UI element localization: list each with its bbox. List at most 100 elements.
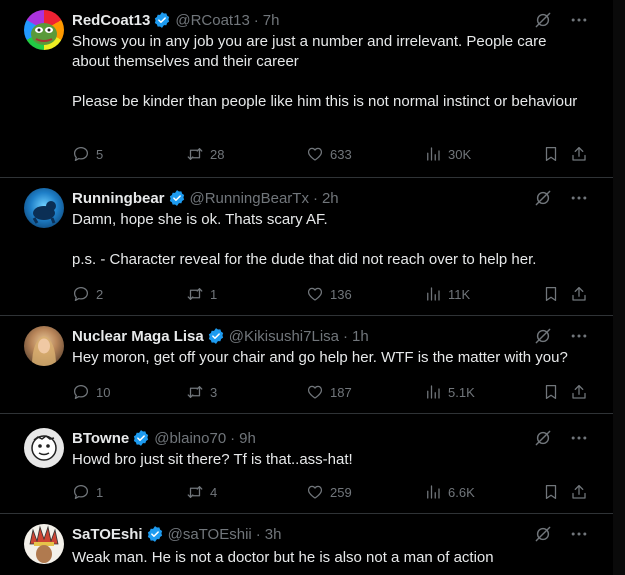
avatar[interactable] xyxy=(24,10,64,50)
views-button[interactable]: 30K xyxy=(424,144,471,164)
like-button[interactable]: 187 xyxy=(306,382,352,402)
views-button[interactable]: 6.6K xyxy=(424,482,475,502)
profile-photo-icon xyxy=(32,336,56,366)
separator-dot: · xyxy=(312,189,318,207)
user-handle[interactable]: @blaino70 xyxy=(154,430,226,447)
views-button[interactable]: 11K xyxy=(424,284,470,304)
separator-dot: · xyxy=(255,525,261,543)
more-icon[interactable] xyxy=(569,428,589,448)
reply-button[interactable]: 10 xyxy=(72,382,110,402)
display-name[interactable]: Nuclear Maga Lisa xyxy=(72,328,204,345)
display-name[interactable]: BTowne xyxy=(72,430,129,447)
view-count: 30K xyxy=(448,146,472,162)
user-handle[interactable]: @RunningBearTx xyxy=(190,190,309,207)
avatar[interactable] xyxy=(24,524,64,564)
like-count: 136 xyxy=(330,286,352,302)
share-button[interactable] xyxy=(570,284,588,304)
heart-icon xyxy=(307,485,323,499)
share-button[interactable] xyxy=(570,482,588,502)
like-button[interactable]: 259 xyxy=(306,482,352,502)
headdress-avatar-icon xyxy=(29,525,59,563)
bookmark-icon xyxy=(545,384,557,400)
heart-icon xyxy=(307,385,323,399)
retweet-count: 3 xyxy=(210,384,218,400)
retweet-button[interactable]: 4 xyxy=(186,482,217,502)
views-button[interactable]: 5.1K xyxy=(424,382,475,402)
tweet-actions: 5 28 633 30K xyxy=(72,144,592,164)
more-icon[interactable] xyxy=(569,326,589,346)
bookmark-button[interactable] xyxy=(542,284,560,304)
bear-avatar-icon xyxy=(32,201,56,224)
like-button[interactable]: 136 xyxy=(306,284,352,304)
tweet[interactable]: RedCoat13 @RCoat13 · 7h Shows you in any… xyxy=(0,0,613,178)
reply-count: 10 xyxy=(96,384,111,400)
display-name[interactable]: SaTOEshi xyxy=(72,526,143,543)
reply-feed: RedCoat13 @RCoat13 · 7h Shows you in any… xyxy=(0,0,614,575)
timestamp[interactable]: 3h xyxy=(265,526,282,543)
tweet-header: BTowne @blaino70 · 9h xyxy=(72,428,256,448)
reply-button[interactable]: 5 xyxy=(72,144,103,164)
reply-icon xyxy=(73,484,89,500)
tweet-text: Weak man. He is not a doctor but he is a… xyxy=(72,549,494,566)
separator-dot: · xyxy=(343,327,348,345)
tweet[interactable]: Runningbear @RunningBearTx · 2h Damn, ho… xyxy=(0,178,613,316)
more-icon[interactable] xyxy=(569,10,589,30)
grok-icon[interactable] xyxy=(533,326,553,346)
share-button[interactable] xyxy=(570,382,588,402)
more-icon[interactable] xyxy=(569,188,589,208)
reply-icon xyxy=(73,146,89,162)
share-button[interactable] xyxy=(570,144,588,164)
grok-icon[interactable] xyxy=(533,524,553,544)
tweet-header-actions xyxy=(533,524,589,544)
reply-button[interactable]: 2 xyxy=(72,284,103,304)
tweet[interactable]: BTowne @blaino70 · 9h Howd bro just sit … xyxy=(0,414,613,514)
tweet-text: Hey moron, get off your chair and go hel… xyxy=(72,349,568,366)
bookmark-icon xyxy=(545,146,557,162)
separator-dot: · xyxy=(253,11,259,29)
bookmark-button[interactable] xyxy=(542,144,560,164)
like-button[interactable]: 633 xyxy=(306,144,352,164)
avatar[interactable] xyxy=(24,428,64,468)
verified-badge-icon xyxy=(155,12,170,28)
timestamp[interactable]: 7h xyxy=(263,12,280,29)
tweet-text: Howd bro just sit there? Tf is that..ass… xyxy=(72,451,353,468)
verified-badge-icon xyxy=(147,526,162,542)
tweet[interactable]: SaTOEshi @saTOEshii · 3h Weak man. He is… xyxy=(0,514,613,575)
retweet-icon xyxy=(187,288,203,300)
tweet[interactable]: Nuclear Maga Lisa @Kikisushi7Lisa · 1h H… xyxy=(0,316,613,414)
analytics-icon xyxy=(427,147,440,161)
verified-badge-icon xyxy=(134,430,149,446)
scrollbar-track[interactable] xyxy=(613,0,625,575)
tweet-text: Damn, hope she is ok. Thats scary AF. p.… xyxy=(72,211,537,268)
tweet-actions: 2 1 136 11K xyxy=(72,284,592,304)
tweet-actions: 10 3 187 5.1K xyxy=(72,382,592,402)
display-name[interactable]: Runningbear xyxy=(72,190,165,207)
share-icon xyxy=(572,384,586,399)
separator-dot: · xyxy=(230,429,236,447)
display-name[interactable]: RedCoat13 xyxy=(72,12,150,29)
avatar[interactable] xyxy=(24,326,64,366)
grok-icon[interactable] xyxy=(533,428,553,448)
user-handle[interactable]: @RCoat13 xyxy=(175,12,249,29)
reply-button[interactable]: 1 xyxy=(72,482,103,502)
retweet-count: 1 xyxy=(210,286,218,302)
retweet-icon xyxy=(187,148,203,160)
bookmark-button[interactable] xyxy=(542,482,560,502)
bookmark-button[interactable] xyxy=(542,382,560,402)
tweet-header: Nuclear Maga Lisa @Kikisushi7Lisa · 1h xyxy=(72,326,369,346)
retweet-button[interactable]: 1 xyxy=(186,284,217,304)
more-icon[interactable] xyxy=(569,524,589,544)
grok-icon[interactable] xyxy=(533,188,553,208)
timestamp[interactable]: 1h xyxy=(352,328,369,345)
avatar[interactable] xyxy=(24,188,64,228)
user-handle[interactable]: @Kikisushi7Lisa xyxy=(229,328,339,345)
retweet-button[interactable]: 28 xyxy=(186,144,224,164)
retweet-button[interactable]: 3 xyxy=(186,382,217,402)
cartoon-avatar-icon xyxy=(31,435,57,461)
reply-count: 2 xyxy=(96,286,104,302)
user-handle[interactable]: @saTOEshii xyxy=(168,526,252,543)
grok-icon[interactable] xyxy=(533,10,553,30)
timestamp[interactable]: 2h xyxy=(322,190,339,207)
tweet-actions: 1 4 259 6.6K xyxy=(72,482,592,502)
timestamp[interactable]: 9h xyxy=(239,430,256,447)
